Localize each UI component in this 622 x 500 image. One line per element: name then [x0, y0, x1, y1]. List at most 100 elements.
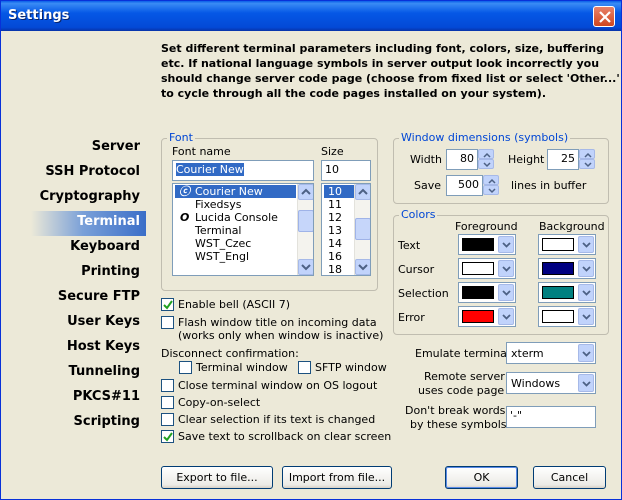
selection-foreground-picker[interactable]	[458, 282, 516, 303]
list-item[interactable]: 12	[324, 211, 354, 224]
font-name-list[interactable]: ⓒ Courier New Fixedsys O Lucida Console …	[172, 183, 314, 276]
list-item[interactable]: WST_Engl	[175, 250, 296, 263]
list-item[interactable]: ⓒ Courier New	[175, 185, 296, 198]
flash-title-label-2: (works only when window is inactive)	[178, 329, 384, 342]
font-size-input[interactable]: 10	[321, 160, 371, 181]
list-item[interactable]: 16	[324, 250, 354, 263]
text-foreground-picker[interactable]	[458, 234, 516, 255]
font-legend: Font	[167, 131, 195, 144]
width-input[interactable]: 80	[446, 149, 478, 170]
height-input[interactable]: 25	[547, 149, 579, 170]
emulate-terminal-label: Emulate terminal	[415, 347, 510, 360]
enable-bell-checkbox[interactable]: Enable bell (ASCII 7)	[161, 297, 361, 313]
font-list-scrollbar[interactable]	[297, 184, 313, 275]
scroll-up-button[interactable]	[298, 184, 313, 200]
close-button[interactable]	[593, 6, 615, 27]
list-item[interactable]: 18	[324, 263, 354, 275]
dropdown-button[interactable]	[498, 236, 514, 253]
spin-up-button[interactable]	[483, 175, 499, 185]
codepage-select[interactable]: Windows	[506, 372, 596, 394]
sidebar-item-secure-ftp[interactable]: Secure FTP	[31, 286, 146, 311]
chevron-down-icon	[502, 242, 511, 248]
spin-down-button[interactable]	[483, 185, 499, 195]
scroll-thumb[interactable]	[355, 218, 370, 240]
flash-title-checkbox[interactable]: Flash window title on incoming data (wor…	[161, 315, 384, 345]
scroll-up-button[interactable]	[355, 184, 370, 200]
spin-down-button[interactable]	[478, 159, 494, 169]
list-item[interactable]: 13	[324, 224, 354, 237]
sidebar-item-keyboard[interactable]: Keyboard	[31, 236, 146, 261]
checkbox-box[interactable]	[298, 361, 311, 374]
error-background-picker[interactable]	[538, 306, 596, 327]
sidebar-item-pkcs11[interactable]: PKCS#11	[31, 386, 146, 411]
codepage-label-line1: Remote server	[424, 370, 505, 383]
checkbox-box[interactable]	[161, 316, 174, 329]
dropdown-button[interactable]	[498, 260, 514, 277]
sidebar-item-printing[interactable]: Printing	[31, 261, 146, 286]
cursor-foreground-picker[interactable]	[458, 258, 516, 279]
width-spinner[interactable]	[478, 149, 494, 169]
save-lines-spinner[interactable]	[483, 175, 499, 195]
list-item[interactable]: Terminal	[175, 224, 296, 237]
emulate-terminal-select[interactable]: xterm	[506, 342, 596, 364]
dropdown-button[interactable]	[578, 344, 594, 362]
spin-up-button[interactable]	[579, 149, 595, 159]
sidebar-item-cryptography[interactable]: Cryptography	[31, 186, 146, 211]
list-item[interactable]: WST_Czec	[175, 237, 296, 250]
selection-background-picker[interactable]	[538, 282, 596, 303]
copy-on-select-checkbox[interactable]: Copy-on-select	[161, 395, 311, 411]
clear-selection-checkbox[interactable]: Clear selection if its text is changed	[161, 412, 381, 428]
cursor-background-picker[interactable]	[538, 258, 596, 279]
sidebar-item-ssh-protocol[interactable]: SSH Protocol	[31, 161, 146, 186]
checkbox-box[interactable]	[179, 361, 192, 374]
spin-down-button[interactable]	[579, 159, 595, 169]
height-spinner[interactable]	[579, 149, 595, 169]
sidebar-item-tunneling[interactable]: Tunneling	[31, 361, 146, 386]
checkbox-box[interactable]	[161, 379, 174, 392]
checkbox-box[interactable]	[161, 413, 174, 426]
dropdown-button[interactable]	[578, 284, 594, 301]
cancel-button[interactable]: Cancel	[533, 466, 606, 489]
export-to-file-button[interactable]: Export to file...	[161, 466, 273, 489]
spin-up-button[interactable]	[478, 149, 494, 159]
close-on-logout-checkbox[interactable]: Close terminal window on OS logout	[161, 378, 381, 394]
dropdown-button[interactable]	[578, 308, 594, 325]
nobreak-symbols-input[interactable]: '-"	[506, 406, 596, 428]
list-item[interactable]: 11	[324, 198, 354, 211]
list-item[interactable]: Fixedsys	[175, 198, 296, 211]
text-background-picker[interactable]	[538, 234, 596, 255]
sidebar-item-server[interactable]: Server	[31, 136, 146, 161]
scroll-down-button[interactable]	[355, 259, 370, 275]
sidebar-item-user-keys[interactable]: User Keys	[31, 311, 146, 336]
font-item-label: Lucida Console	[195, 211, 278, 224]
title-bar[interactable]: Settings	[1, 1, 621, 31]
sidebar-item-terminal[interactable]: Terminal	[31, 211, 146, 236]
scroll-thumb[interactable]	[298, 210, 313, 232]
color-row-label-selection: Selection	[398, 287, 449, 300]
dropdown-button[interactable]	[498, 284, 514, 301]
import-from-file-button[interactable]: Import from file...	[282, 466, 392, 489]
error-foreground-picker[interactable]	[458, 306, 516, 327]
font-name-input[interactable]: Courier New	[172, 160, 314, 181]
sftp-window-checkbox[interactable]: SFTP window	[298, 360, 388, 376]
sidebar-item-scripting[interactable]: Scripting	[31, 411, 146, 436]
checkbox-box[interactable]	[161, 396, 174, 409]
dropdown-button[interactable]	[498, 308, 514, 325]
size-list-scrollbar[interactable]	[354, 184, 370, 275]
scroll-down-button[interactable]	[298, 259, 313, 275]
checkbox-box[interactable]	[161, 430, 174, 443]
terminal-window-checkbox[interactable]: Terminal window	[179, 360, 299, 376]
sidebar-item-host-keys[interactable]: Host Keys	[31, 336, 146, 361]
list-item[interactable]: 14	[324, 237, 354, 250]
dropdown-button[interactable]	[578, 236, 594, 253]
save-lines-input[interactable]: 500	[446, 175, 483, 196]
list-item[interactable]: 10	[324, 185, 354, 198]
checkbox-box[interactable]	[161, 298, 174, 311]
dropdown-button[interactable]	[578, 374, 594, 392]
checkmark-icon	[163, 300, 173, 310]
save-scrollback-checkbox[interactable]: Save text to scrollback on clear screen	[161, 429, 391, 445]
list-item[interactable]: O Lucida Console	[175, 211, 296, 224]
ok-button[interactable]: OK	[445, 466, 518, 489]
font-size-list[interactable]: 10 11 12 13 14 16 18	[321, 183, 371, 276]
dropdown-button[interactable]	[578, 260, 594, 277]
